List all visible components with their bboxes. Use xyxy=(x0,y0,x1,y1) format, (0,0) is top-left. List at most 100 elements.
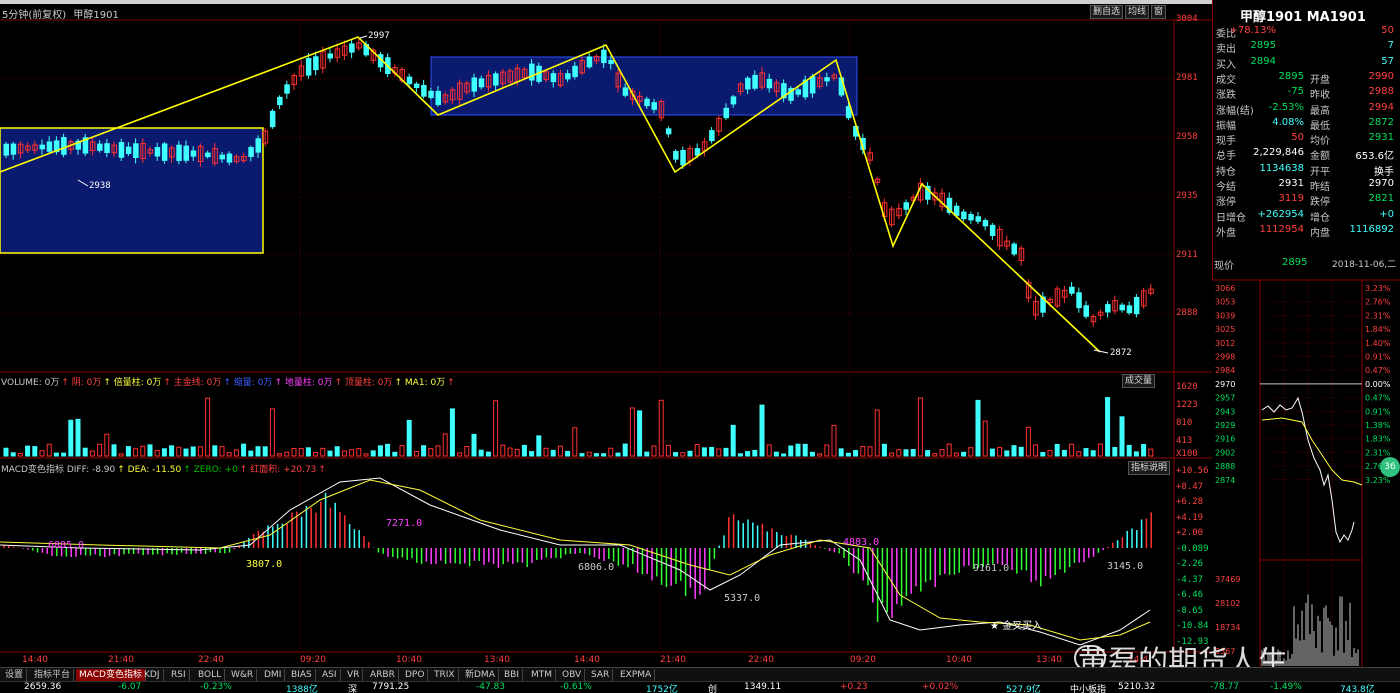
legend-item: ↑ MA1: 0万 xyxy=(394,378,446,388)
volume-bar xyxy=(349,449,355,457)
candle-body xyxy=(565,73,571,80)
candle-body xyxy=(673,151,679,160)
volume-bar xyxy=(413,451,419,457)
tab-dmi[interactable]: DMI xyxy=(261,669,286,681)
tab-kdj[interactable]: KDJ xyxy=(141,669,164,681)
tab-设置[interactable]: 设置 xyxy=(2,669,28,681)
volume-bar xyxy=(334,446,340,457)
info-l1: 涨跌 xyxy=(1216,90,1236,102)
tab-w&r[interactable]: W&R xyxy=(228,669,258,681)
tab-boll[interactable]: BOLL xyxy=(195,669,226,681)
volume-bar xyxy=(471,433,477,457)
tab-trix[interactable]: TRIX xyxy=(431,669,459,681)
volume-bar xyxy=(687,450,693,457)
volume-bar xyxy=(824,444,830,457)
candle-body xyxy=(406,76,413,85)
candle-body xyxy=(471,77,477,92)
tab-mtm[interactable]: MTM xyxy=(528,669,557,681)
volume-bar xyxy=(745,451,751,457)
minute-price-tick: 2888 xyxy=(1215,462,1235,471)
candle-body xyxy=(608,59,614,65)
volume-bar xyxy=(385,443,391,457)
candle-body xyxy=(644,98,650,107)
candle-body xyxy=(305,58,312,76)
legend-item: ↑ xyxy=(447,378,455,388)
range-box xyxy=(0,127,264,254)
volume-bar xyxy=(154,449,160,457)
volume-bar xyxy=(593,453,599,457)
volume-bar xyxy=(946,443,952,457)
volume-bar xyxy=(529,451,535,457)
info-v1: 2894 xyxy=(1250,55,1276,67)
minute-price-tick: 3066 xyxy=(1215,284,1235,293)
candle-body xyxy=(133,143,139,159)
minute-price-tick: 2957 xyxy=(1215,394,1235,403)
volume-bar xyxy=(428,448,434,457)
volume-bar xyxy=(255,446,261,457)
indicator-help-button[interactable]: 指标说明 xyxy=(1128,461,1171,475)
volume-bar xyxy=(269,408,275,457)
candle-body xyxy=(327,53,333,59)
volume-bar xyxy=(809,451,815,457)
volume-bar xyxy=(788,445,794,457)
candle-body xyxy=(205,152,211,158)
legend-item: ↑ DEA: -11.50 xyxy=(117,465,182,475)
macd-label: 6806.0 xyxy=(578,562,615,573)
info-row: 总手 2,229,846 金额 653.6亿 xyxy=(1214,147,1396,162)
info-row: 委比 +78.13% 50 xyxy=(1214,25,1396,40)
tab-arbr[interactable]: ARBR xyxy=(367,669,399,681)
low-annotation-right: 2872 xyxy=(1110,348,1132,358)
candle-body xyxy=(795,89,801,95)
info-v2: 2821 xyxy=(1368,193,1394,205)
float-badge[interactable]: 36 xyxy=(1380,457,1400,477)
tab-sar[interactable]: SAR xyxy=(588,669,614,681)
volume-bar xyxy=(356,448,362,457)
volume-tick: X100 xyxy=(1176,449,1198,459)
candle-body xyxy=(730,96,737,105)
volume-bar xyxy=(392,451,398,457)
volume-tick: 810 xyxy=(1176,418,1193,428)
tab-macd变色指标[interactable]: MACD变色指标 xyxy=(76,669,146,681)
candle-body xyxy=(421,84,427,97)
volume-bar xyxy=(953,452,959,457)
tab-expma[interactable]: EXPMA xyxy=(617,669,656,681)
status-value: 1388亿 xyxy=(286,685,318,693)
volume-bar xyxy=(320,447,326,457)
info-v2: +0 xyxy=(1379,208,1394,220)
volume-bar xyxy=(766,444,772,457)
volume-bar xyxy=(406,419,412,457)
tab-dpo[interactable]: DPO xyxy=(402,669,429,681)
status-value: -6.07 xyxy=(118,682,142,692)
candle-body xyxy=(3,143,9,156)
status-value: -1.49% xyxy=(1270,682,1302,692)
status-value: 743.8亿 xyxy=(1340,685,1375,693)
tab-vr[interactable]: VR xyxy=(344,669,364,681)
candle-body xyxy=(766,78,773,89)
info-l1: 卖出 xyxy=(1216,44,1236,56)
volume-bar xyxy=(161,448,167,457)
info-l2: 内盘 xyxy=(1310,227,1330,239)
volume-tick: 1620 xyxy=(1176,382,1198,392)
tab-指标平台[interactable]: 指标平台 xyxy=(31,669,75,681)
volume-button[interactable]: 成交量 xyxy=(1122,374,1156,388)
tab-obv[interactable]: OBV xyxy=(559,669,586,681)
macd-tick: -8.65 xyxy=(1176,605,1204,616)
volume-bar xyxy=(1047,449,1053,457)
volume-bar xyxy=(341,450,347,457)
tab-asi[interactable]: ASI xyxy=(319,669,341,681)
info-row: 今结 2931 昨结 2970 xyxy=(1214,178,1396,193)
tab-新dma[interactable]: 新DMA xyxy=(462,669,499,681)
candle-body xyxy=(903,202,909,210)
volume-bar xyxy=(773,451,779,457)
volume-bar xyxy=(1090,450,1096,457)
minute-pct-tick: 2.31% xyxy=(1365,311,1391,320)
tab-bbi[interactable]: BBI xyxy=(501,669,524,681)
info-v2: 653.6亿 xyxy=(1355,151,1394,163)
tab-bias[interactable]: BIAS xyxy=(288,669,316,681)
info-v2: 2988 xyxy=(1368,86,1394,98)
volume-bar xyxy=(1018,446,1024,457)
tab-rsi[interactable]: RSI xyxy=(168,669,190,681)
time-axis: 14:40 21:40 22:40 09:20 10:40 13:40 14:40 21:40… xyxy=(0,655,1174,667)
intraday-chart[interactable]: 3066 3.23% 3053 2.76% 3039 2.31% 3025 1.84% 3012… xyxy=(1212,270,1400,667)
info-l2: 跌停 xyxy=(1310,197,1330,209)
